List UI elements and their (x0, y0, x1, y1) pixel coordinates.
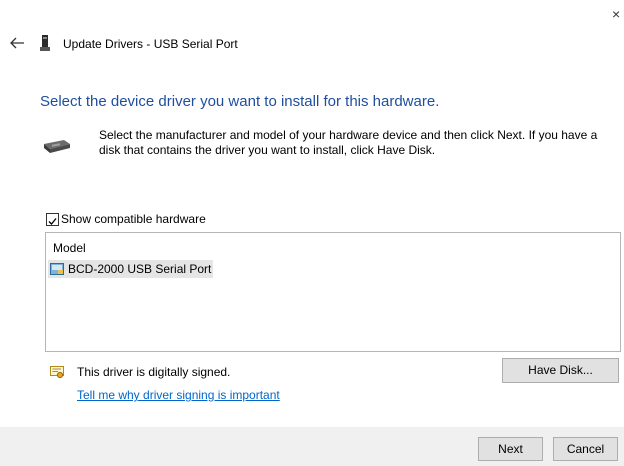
instructions-text: Select the manufacturer and model of you… (99, 128, 598, 157)
hardware-device-icon (44, 140, 70, 153)
footer-bar: Next Cancel (0, 427, 624, 466)
have-disk-button[interactable]: Have Disk... (502, 358, 619, 383)
checkmark-icon (48, 218, 57, 225)
page-heading: Select the device driver you want to ins… (40, 93, 440, 110)
driver-package-icon (50, 263, 64, 275)
list-item-label: BCD-2000 USB Serial Port (68, 262, 212, 276)
next-button[interactable]: Next (478, 437, 543, 461)
driver-signing-link[interactable]: Tell me why driver signing is important (77, 388, 280, 403)
signed-certificate-icon (50, 366, 64, 379)
back-arrow-icon[interactable] (9, 36, 25, 50)
show-compatible-checkbox[interactable] (46, 213, 59, 226)
list-item[interactable]: BCD-2000 USB Serial Port (48, 260, 213, 278)
usb-device-icon (40, 35, 50, 51)
cancel-button[interactable]: Cancel (553, 437, 618, 461)
window-title: Update Drivers - USB Serial Port (63, 37, 238, 51)
model-listbox[interactable]: Model BCD-2000 USB Serial Port (45, 232, 621, 352)
close-button[interactable]: × (612, 6, 620, 22)
signed-status-text: This driver is digitally signed. (77, 365, 231, 379)
model-column-header: Model (53, 241, 86, 255)
show-compatible-label[interactable]: Show compatible hardware (61, 212, 206, 227)
